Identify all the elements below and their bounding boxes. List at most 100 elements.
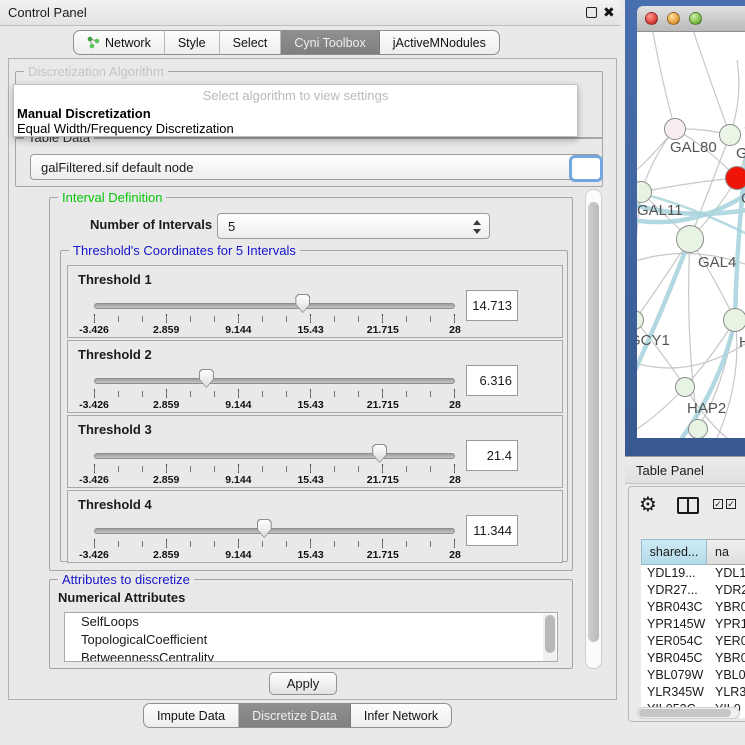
screen: Control Panel ✖ Network Style Select Cyn… — [0, 0, 745, 745]
tab-discretize-data[interactable]: Discretize Data — [239, 704, 351, 727]
graph-node-hap2[interactable] — [675, 377, 695, 397]
control-panel-title: Control Panel — [8, 5, 87, 20]
gear-icon[interactable]: ⚙ — [639, 492, 657, 517]
threshold-1-slider-thumb[interactable] — [295, 294, 310, 313]
slider-scale-labels: -3.4262.8599.14415.4321.71528 — [94, 474, 455, 486]
threshold-2-slider-track[interactable] — [94, 378, 455, 384]
threshold-4-slider-track[interactable] — [94, 528, 455, 534]
scale-tick-label: 21.715 — [367, 474, 399, 486]
table-row[interactable]: YBL079WYBL0 — [641, 667, 745, 684]
dropdown-option-manual-discretization[interactable]: Manual Discretization — [17, 106, 151, 121]
attribute-list-item[interactable]: TopologicalCoefficient — [65, 631, 557, 649]
control-panel-tab-bar: Network Style Select Cyni Toolbox jActiv… — [73, 30, 500, 55]
tab-jactivemnodules[interactable]: jActiveMNodules — [380, 31, 499, 54]
combo-stepper-icon — [473, 219, 482, 235]
close-icon[interactable]: ✖ — [603, 4, 615, 21]
graph-node-label: GAL4 — [698, 254, 736, 271]
apply-button[interactable]: Apply — [269, 672, 337, 695]
threshold-3-value-field[interactable]: 21.4 — [466, 440, 518, 471]
numerical-attributes-list[interactable]: SelfLoopsTopologicalCoefficientBetweenne… — [64, 612, 558, 662]
scale-tick-label: -3.426 — [79, 324, 109, 336]
number-of-intervals-label: Number of Intervals — [90, 217, 212, 232]
scale-tick-label: 15.43 — [297, 474, 323, 486]
split-columns-icon[interactable] — [677, 497, 699, 514]
threshold-3-panel: Threshold 3 -3.4262.8599.14415.4321.7152… — [67, 415, 563, 488]
cell-name: YBL0 — [707, 667, 745, 684]
panel-scrollbar-thumb[interactable] — [588, 202, 599, 642]
tab-network[interactable]: Network — [74, 31, 165, 54]
network-canvas[interactable]: GAL80GCGAL11GAL4GCY1HHAP2 — [637, 32, 745, 438]
dropdown-placeholder-option[interactable]: Select algorithm to view settings — [14, 88, 577, 103]
scale-tick-label: 28 — [449, 549, 461, 561]
graph-node-label: GCY1 — [637, 332, 670, 349]
threshold-2-value-field[interactable]: 6.316 — [466, 365, 518, 396]
cell-name: YLR3 — [707, 684, 745, 701]
column-header-name[interactable]: na — [707, 539, 745, 565]
checkbox-icon: ✓ — [726, 499, 736, 509]
graph-node-h[interactable] — [723, 308, 745, 332]
minimize-traffic-light-icon[interactable] — [667, 12, 680, 25]
tab-infer-network[interactable]: Infer Network — [351, 704, 451, 727]
table-row[interactable]: YDL19...YDL1 — [641, 565, 745, 582]
column-header-shared[interactable]: shared... — [641, 539, 707, 565]
tab-label: Impute Data — [157, 709, 225, 723]
node-attribute-table: shared... na YDL19...YDL1YDR27...YDR2YBR… — [641, 539, 745, 718]
threshold-4-value-field[interactable]: 11.344 — [466, 515, 518, 546]
table-horizontal-scrollbar[interactable] — [637, 707, 740, 719]
table-row[interactable]: YBR043CYBR0 — [641, 599, 745, 616]
scale-tick-label: 21.715 — [367, 399, 399, 411]
threshold-3-slider-thumb[interactable] — [372, 444, 387, 463]
scale-tick-label: 15.43 — [297, 324, 323, 336]
tab-cyni-toolbox[interactable]: Cyni Toolbox — [281, 31, 379, 54]
table-row[interactable]: YER054CYER0 — [641, 633, 745, 650]
cell-shared-name: YPR145W — [641, 616, 707, 633]
graph-node-gal4[interactable] — [676, 225, 704, 253]
list-scrollbar[interactable] — [543, 614, 556, 662]
tab-impute-data[interactable]: Impute Data — [144, 704, 239, 727]
tab-label: Cyni Toolbox — [294, 36, 365, 50]
scale-tick-label: 2.859 — [153, 474, 179, 486]
zoom-traffic-light-icon[interactable] — [689, 12, 702, 25]
threshold-4-slider-thumb[interactable] — [257, 519, 272, 538]
threshold-2-panel: Threshold 2 -3.4262.8599.14415.4321.7152… — [67, 340, 563, 413]
cell-shared-name: YDL19... — [641, 565, 707, 582]
graph-node-c[interactable] — [725, 166, 745, 190]
threshold-1-value-field[interactable]: 14.713 — [466, 290, 518, 321]
graph-node-label: HAP2 — [687, 400, 726, 417]
cell-name: YDL1 — [707, 565, 745, 582]
scale-tick-label: 9.144 — [225, 324, 251, 336]
algorithm-combobox[interactable] — [569, 155, 603, 182]
close-traffic-light-icon[interactable] — [645, 12, 658, 25]
graph-node-gal80[interactable] — [664, 118, 686, 140]
attribute-list-item[interactable]: BetweennessCentrality — [65, 649, 557, 662]
threshold-2-slider-thumb[interactable] — [199, 369, 214, 388]
table-row[interactable]: YDR27...YDR2 — [641, 582, 745, 599]
tab-label: jActiveMNodules — [393, 36, 486, 50]
float-window-icon[interactable] — [586, 7, 597, 18]
tab-select[interactable]: Select — [220, 31, 282, 54]
number-of-intervals-combobox[interactable]: 5 — [217, 213, 490, 239]
graph-node-g[interactable] — [719, 124, 741, 146]
interval-definition-group: Interval Definition Number of Intervals … — [49, 197, 573, 571]
tab-style[interactable]: Style — [165, 31, 220, 54]
table-panel-content: ⚙ ✓ ✓ shared... na YDL19...YDL1YDR27...Y… — [628, 486, 745, 722]
graph-node[interactable] — [688, 419, 708, 438]
table-horizontal-scrollbar-thumb[interactable] — [639, 709, 731, 717]
checkbox-pair-icon[interactable]: ✓ ✓ — [713, 499, 736, 509]
cell-shared-name: YDR27... — [641, 582, 707, 599]
threshold-3-slider-track[interactable] — [94, 453, 455, 459]
slider-minor-ticks — [94, 316, 456, 322]
threshold-1-slider-track[interactable] — [94, 303, 455, 309]
list-scrollbar-thumb[interactable] — [545, 615, 555, 653]
scale-tick-label: 2.859 — [153, 549, 179, 561]
attribute-list-item[interactable]: SelfLoops — [65, 613, 557, 631]
dropdown-option-equal-width-frequency[interactable]: Equal Width/Frequency Discretization — [17, 121, 234, 136]
graph-node-label: C — [741, 190, 745, 207]
table-data-combobox[interactable]: galFiltered.sif default node — [30, 154, 600, 180]
table-row[interactable]: YBR045CYBR0 — [641, 650, 745, 667]
settings-scroll-area: Interval Definition Number of Intervals … — [15, 189, 603, 669]
table-row[interactable]: YLR345WYLR3 — [641, 684, 745, 701]
table-row[interactable]: YPR145WYPR1 — [641, 616, 745, 633]
panel-scrollbar[interactable] — [585, 189, 602, 669]
network-window-titlebar[interactable] — [637, 6, 745, 32]
